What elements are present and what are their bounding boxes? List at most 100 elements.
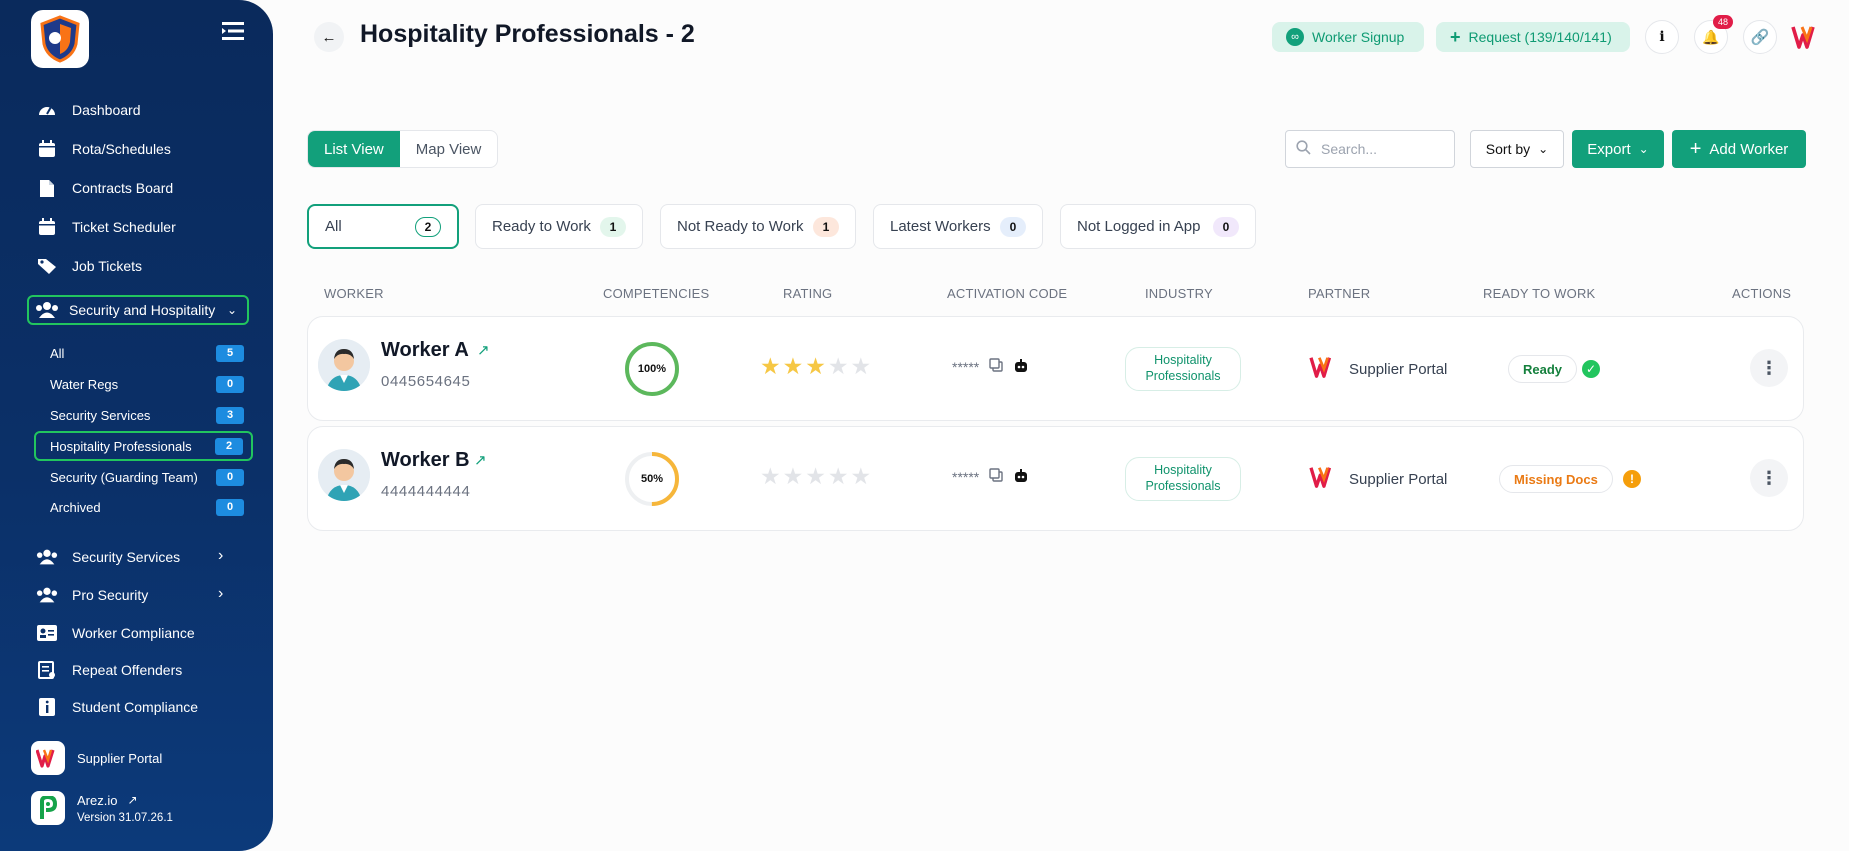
bot-icon[interactable]: [1014, 358, 1028, 376]
avatar: [318, 449, 370, 501]
sub-item-label: Security (Guarding Team): [50, 469, 198, 485]
supplier-portal-logo-icon: [31, 741, 65, 775]
nav-worker-compliance-label: Worker Compliance: [72, 625, 195, 641]
nav-security-services[interactable]: Security Services: [36, 544, 180, 570]
worker-name[interactable]: Worker B: [381, 449, 470, 472]
page-title: Hospitality Professionals - 2: [360, 20, 695, 48]
external-link-icon[interactable]: ↗: [477, 341, 490, 359]
column-header-ready-to-work: READY TO WORK: [1483, 286, 1596, 301]
supplier-portal-logo-icon: [1309, 355, 1337, 383]
nav-repeat-offenders[interactable]: Repeat Offenders: [36, 657, 182, 683]
nav-group-security-hospitality[interactable]: Security and Hospitality ⌄: [27, 295, 249, 325]
sub-item-water-regs[interactable]: Water Regs 0: [50, 372, 244, 396]
supplier-portal-label: Supplier Portal: [77, 750, 163, 766]
filter-label: Not Ready to Work: [677, 218, 804, 235]
sub-item-security-services[interactable]: Security Services 3: [50, 403, 244, 427]
nav-contracts-board[interactable]: Contracts Board: [36, 175, 173, 201]
nav-student-compliance[interactable]: Student Compliance: [36, 694, 198, 720]
filter-tab-latest[interactable]: Latest Workers 0: [873, 204, 1043, 249]
calendar-icon: [36, 216, 58, 238]
sub-item-count: 2: [215, 437, 243, 455]
sub-item-all[interactable]: All 5: [50, 341, 244, 365]
report-icon: [36, 659, 58, 681]
star-icon: ★: [827, 463, 849, 489]
supplier-portal-logo-icon: [1309, 465, 1337, 493]
sidebar: Dashboard Rota/Schedules Contracts Board…: [0, 0, 273, 851]
add-worker-button[interactable]: + Add Worker: [1672, 130, 1806, 168]
worker-signup-button[interactable]: ∞ Worker Signup: [1272, 22, 1424, 52]
view-toggle: List View Map View: [307, 130, 499, 168]
share-link-button[interactable]: 🔗: [1743, 20, 1777, 54]
sub-item-hospitality-professionals[interactable]: Hospitality Professionals 2: [34, 431, 253, 461]
nav-dashboard[interactable]: Dashboard: [36, 97, 141, 123]
nav-ticket-scheduler[interactable]: Ticket Scheduler: [36, 214, 176, 240]
status-badge: Missing Docs: [1499, 465, 1613, 493]
row-actions-button[interactable]: ⋮: [1750, 459, 1788, 497]
company-logo[interactable]: [31, 10, 89, 68]
sub-item-label: Archived: [50, 499, 101, 515]
nav-worker-compliance[interactable]: Worker Compliance: [36, 620, 195, 646]
copy-icon[interactable]: [989, 468, 1004, 486]
partner-cell: Supplier Portal: [1309, 465, 1447, 493]
copy-icon[interactable]: [989, 358, 1004, 376]
sub-item-count: 0: [216, 468, 244, 486]
arez-app-link[interactable]: Arez.io ↗ Version 31.07.26.1: [31, 791, 173, 825]
supplier-portal-link[interactable]: Supplier Portal: [31, 741, 162, 775]
sub-item-security-guarding[interactable]: Security (Guarding Team) 0: [50, 465, 244, 489]
column-header-competencies: COMPETENCIES: [603, 286, 710, 301]
external-link-icon[interactable]: ↗: [474, 451, 487, 469]
bell-icon: 🔔: [1702, 28, 1720, 45]
nav-student-compliance-label: Student Compliance: [72, 699, 199, 715]
sub-item-count: 3: [216, 406, 244, 424]
arez-logo-icon: [31, 791, 65, 825]
row-actions-button[interactable]: ⋮: [1750, 349, 1788, 387]
users-icon: [36, 546, 58, 568]
table-row[interactable]: Worker A ↗ 0445654645 100% ★ ★ ★ ★ ★ ***** H…: [307, 316, 1804, 421]
filter-tab-all[interactable]: All 2: [307, 204, 459, 249]
search-input[interactable]: Search...: [1285, 130, 1455, 168]
id-card-icon: [36, 622, 58, 644]
nav-job-tickets[interactable]: Job Tickets: [36, 253, 142, 279]
warning-icon: !: [1623, 470, 1641, 488]
map-view-tab[interactable]: Map View: [400, 131, 498, 167]
app-name: Arez.io: [77, 792, 118, 808]
calendar-icon: [36, 138, 58, 160]
check-circle-icon: ✓: [1582, 360, 1600, 378]
sort-by-dropdown[interactable]: Sort by ⌄: [1470, 130, 1564, 168]
external-link-icon[interactable]: ↗: [127, 793, 137, 807]
filter-tab-ready[interactable]: Ready to Work 1: [475, 204, 643, 249]
sub-item-label: Water Regs: [50, 376, 119, 392]
notifications-button[interactable]: 🔔 48: [1694, 15, 1733, 54]
nav-security-services-label: Security Services: [72, 549, 181, 565]
star-icon: ★: [760, 353, 781, 379]
nav-jobtickets-label: Job Tickets: [72, 258, 143, 274]
competency-progress: 50%: [624, 451, 680, 507]
request-button[interactable]: + Request (139/140/141): [1436, 22, 1630, 52]
chevron-down-icon: ⌄: [226, 303, 237, 317]
sub-item-label: Security Services: [50, 407, 151, 423]
link-icon: ∞: [1286, 28, 1304, 46]
back-button[interactable]: ←: [314, 22, 344, 52]
export-dropdown[interactable]: Export ⌄: [1572, 130, 1664, 168]
column-header-actions: ACTIONS: [1732, 286, 1792, 301]
nav-pro-security-label: Pro Security: [72, 587, 149, 603]
nav-rota-schedules[interactable]: Rota/Schedules: [36, 136, 171, 162]
arrow-left-icon: ←: [321, 28, 337, 46]
sub-item-label: Hospitality Professionals: [50, 438, 192, 454]
chain-link-icon: 🔗: [1750, 29, 1770, 46]
list-view-tab[interactable]: List View: [308, 131, 400, 167]
filter-tab-not-ready[interactable]: Not Ready to Work 1: [660, 204, 856, 249]
nav-pro-security[interactable]: Pro Security: [36, 582, 148, 608]
table-row[interactable]: Worker B ↗ 4444444444 50% ★ ★ ★ ★ ★ ***** Ho…: [307, 426, 1804, 531]
info-button[interactable]: i: [1645, 20, 1679, 54]
star-icon: ★: [782, 463, 804, 489]
star-icon: ★: [782, 353, 804, 379]
sub-item-archived[interactable]: Archived 0: [50, 495, 244, 519]
menu-collapse-icon[interactable]: [220, 20, 246, 42]
column-header-partner: PARTNER: [1308, 286, 1371, 301]
worker-name[interactable]: Worker A: [381, 339, 469, 362]
nav-group-label: Security and Hospitality: [69, 302, 216, 318]
filter-tab-not-logged[interactable]: Not Logged in App 0: [1060, 204, 1256, 249]
bot-icon[interactable]: [1014, 468, 1028, 486]
brand-logo-icon[interactable]: [1791, 24, 1821, 55]
